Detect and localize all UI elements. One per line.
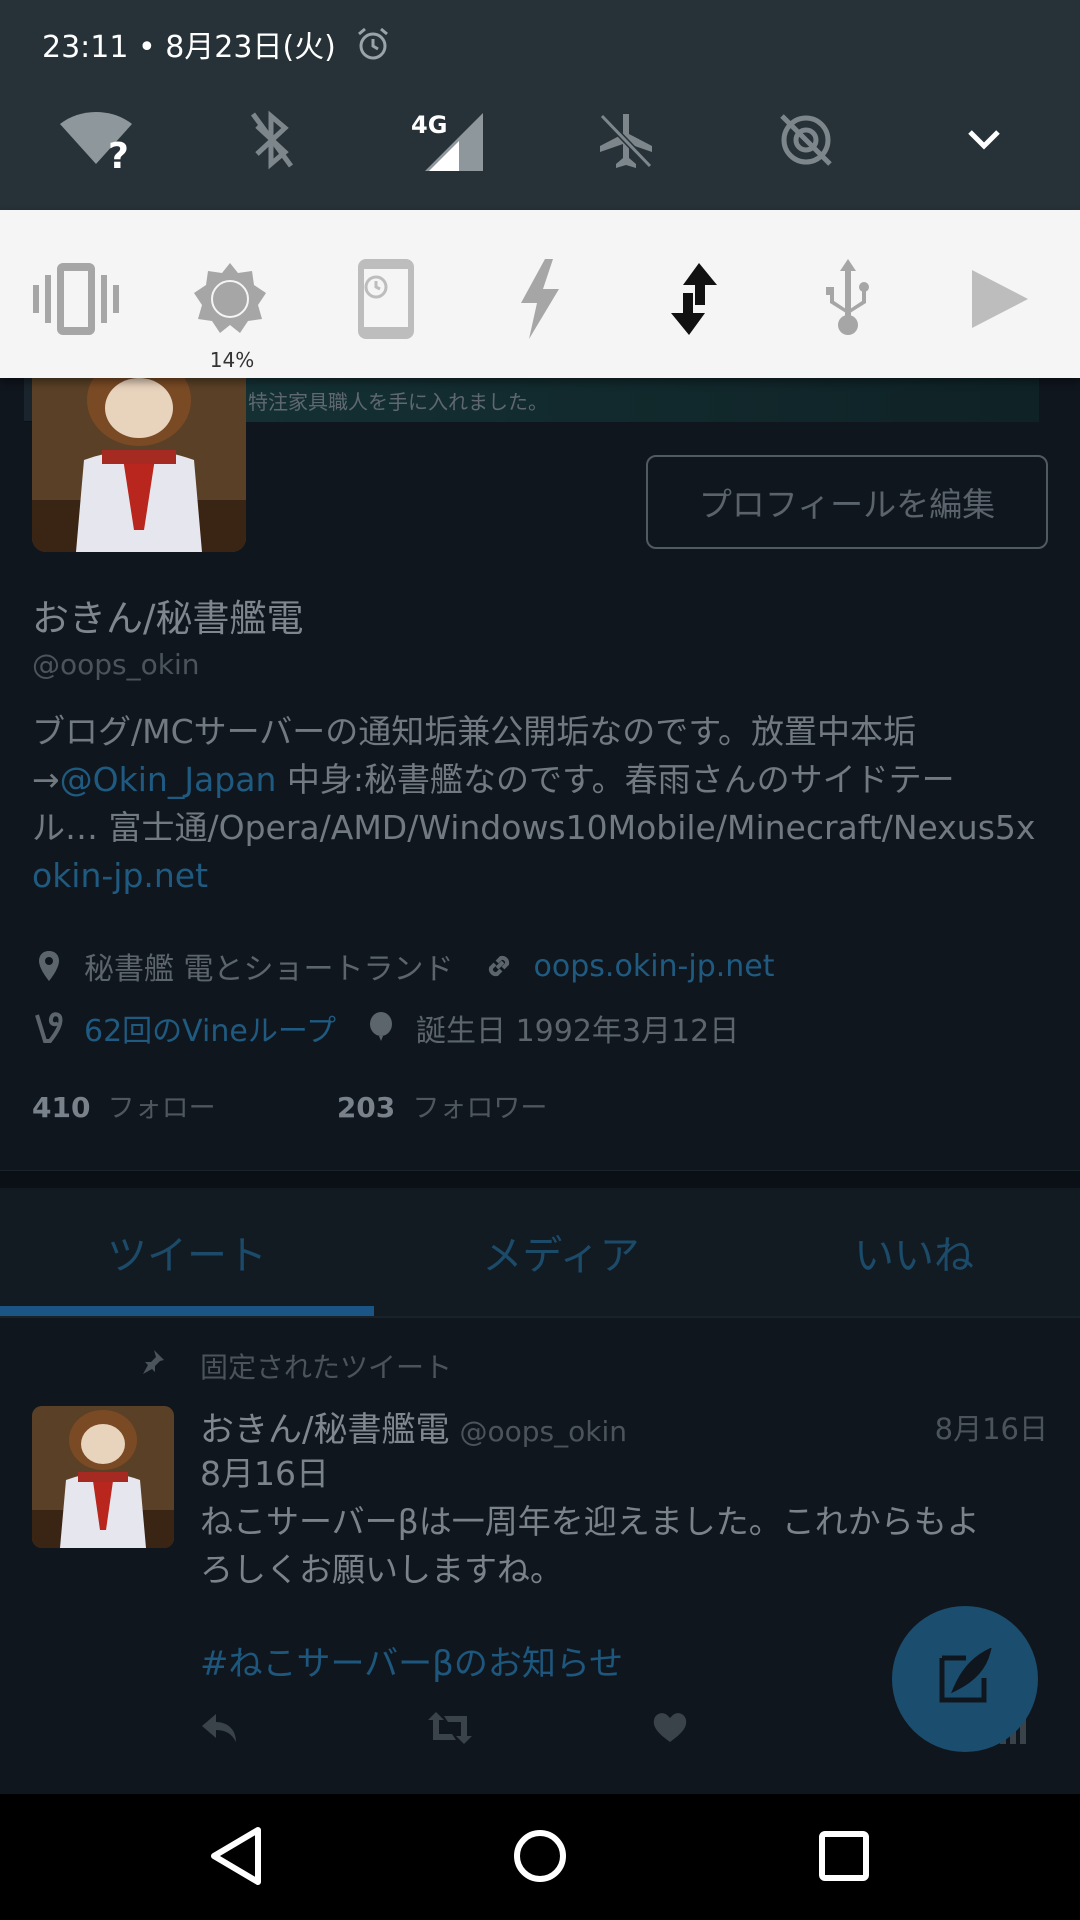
back-button[interactable] — [200, 1822, 272, 1894]
bio-line-3: ル… 富士通/Opera/AMD/Windows10Mobile/Minecra… — [32, 808, 1036, 847]
balloon-icon — [364, 1010, 398, 1046]
location-pin-icon — [32, 948, 66, 984]
banner-text: 特注家具職人を手に入れました。 — [248, 390, 548, 414]
bio-line-2: →@Okin_Japan 中身:秘書艦なのです。春雨さんのサイドテー — [32, 756, 1062, 804]
tweet-body: 8月16日 ねこサーバーβは一周年を迎えました。これからもよ ろしくお願いします… — [200, 1450, 1050, 1594]
section-divider — [0, 1170, 1080, 1188]
pin-icon — [138, 1348, 166, 1383]
profile-bio: ブログ/MCサーバーの通知垢兼公開垢なのです。放置中本垢 →@Okin_Japa… — [32, 708, 1062, 900]
compose-icon — [936, 1647, 994, 1710]
tweet-body-line-3: ろしくお願いしますね。 — [200, 1550, 563, 1589]
expand-chevron-icon[interactable] — [944, 100, 1024, 180]
following-count: 410 — [32, 1091, 91, 1124]
birthday-text: 誕生日 1992年3月12日 — [416, 1014, 740, 1049]
usb-icon[interactable] — [798, 254, 898, 344]
vine-item[interactable]: 62回のVineループ — [32, 1006, 336, 1050]
profile-tabs: ツイート メディア いいね — [0, 1188, 1080, 1316]
tweet-hashtag-link[interactable]: #ねこサーバーβのお知らせ — [200, 1636, 623, 1685]
profile-display-name: おきん/秘書艦電 — [32, 597, 304, 640]
tweet-author[interactable]: おきん/秘書艦電 @oops_okin — [200, 1402, 627, 1451]
profile-meta-row-2: 62回のVineループ 誕生日 1992年3月12日 — [32, 1006, 767, 1050]
tweet-date: 8月16日 — [934, 1412, 1048, 1446]
retweet-icon[interactable] — [426, 1710, 474, 1755]
bio-website-link[interactable]: okin-jp.net — [32, 852, 1062, 900]
followers-count: 203 — [336, 1091, 396, 1124]
tab-likes[interactable]: いいね — [748, 1188, 1080, 1316]
alarm-clock-icon — [356, 27, 390, 61]
brightness-icon[interactable] — [180, 254, 280, 344]
profile-avatar[interactable] — [32, 360, 246, 552]
wifi-unknown-icon[interactable]: ? — [56, 100, 136, 180]
like-heart-icon[interactable] — [652, 1710, 688, 1753]
quick-settings-top-row: ? 4G — [0, 100, 1080, 180]
quick-settings-row — [0, 254, 1080, 344]
tweet-avatar[interactable] — [32, 1406, 174, 1548]
followers-label: フォロワー — [412, 1093, 548, 1124]
vibrate-icon[interactable] — [26, 254, 126, 344]
follow-stats: 410 フォロー 203 フォロワー — [32, 1086, 547, 1125]
time-date-text: 23:11 • 8月23日(火) — [42, 30, 336, 65]
followers-stat[interactable]: 203 フォロワー — [336, 1091, 548, 1124]
compose-tweet-button[interactable] — [892, 1606, 1038, 1752]
profile-meta-row-1: 秘書艦 電とショートランド oops.okin-jp.net — [32, 944, 803, 988]
back-triangle-icon — [208, 1826, 264, 1890]
tweet-author-handle: @oops_okin — [459, 1415, 627, 1448]
airplane-mode-icon[interactable] — [586, 100, 666, 180]
website-item[interactable]: oops.okin-jp.net — [482, 948, 775, 984]
svg-text:?: ? — [108, 136, 129, 170]
bluetooth-off-icon[interactable] — [232, 100, 312, 180]
mobile-data-arrows-icon[interactable] — [644, 254, 744, 344]
status-time-date: 23:11 • 8月23日(火) — [42, 22, 390, 66]
vine-icon — [32, 1010, 66, 1046]
quick-settings-panel: 14% — [0, 210, 1080, 378]
recents-button[interactable] — [808, 1822, 880, 1894]
website-link[interactable]: oops.okin-jp.net — [534, 949, 775, 984]
cast-play-icon[interactable] — [950, 254, 1050, 344]
profile-handle: @oops_okin — [32, 648, 200, 681]
tabs-divider — [0, 1316, 1080, 1318]
edit-profile-button[interactable]: プロフィールを編集 — [646, 455, 1048, 549]
home-button[interactable] — [504, 1822, 576, 1894]
following-stat[interactable]: 410 フォロー — [32, 1091, 216, 1124]
recents-square-icon — [818, 1830, 870, 1886]
tweet-body-line-1: 8月16日 — [200, 1454, 329, 1493]
birthday-item: 誕生日 1992年3月12日 — [364, 1006, 739, 1050]
tab-tweets[interactable]: ツイート — [0, 1188, 374, 1316]
pinned-tweet-label: 固定されたツイート — [200, 1351, 453, 1384]
location-text: 秘書艦 電とショートランド — [84, 952, 454, 987]
cellular-4g-icon[interactable]: 4G — [406, 100, 486, 180]
bio-arrow: → — [32, 760, 60, 799]
bio-line-2-text: 中身:秘書艦なのです。春雨さんのサイドテー — [276, 760, 955, 799]
vine-loops-link[interactable]: 62回のVineループ — [84, 1006, 336, 1050]
reply-icon[interactable] — [200, 1710, 240, 1755]
location-item: 秘書艦 電とショートランド — [32, 944, 454, 988]
brightness-value: 14% — [209, 348, 255, 372]
home-circle-icon — [512, 1828, 568, 1888]
bio-line-1: ブログ/MCサーバーの通知垢兼公開垢なのです。放置中本垢 — [32, 712, 917, 751]
location-off-icon[interactable] — [766, 100, 846, 180]
network-type-label: 4G — [411, 111, 447, 139]
tweet-body-line-2: ねこサーバーβは一周年を迎えました。これからもよ — [200, 1502, 980, 1541]
link-icon — [482, 948, 516, 984]
active-tab-indicator — [0, 1306, 374, 1316]
navigation-bar — [0, 1794, 1080, 1920]
following-label: フォロー — [107, 1093, 216, 1124]
notification-shade-header: 23:11 • 8月23日(火) ? 4G — [0, 0, 1080, 210]
tweet-author-name: おきん/秘書艦電 — [200, 1410, 450, 1450]
tab-media[interactable]: メディア — [374, 1188, 748, 1316]
screen-timeout-icon[interactable] — [336, 254, 436, 344]
bio-mention-link[interactable]: @Okin_Japan — [60, 760, 277, 799]
battery-saver-bolt-icon[interactable] — [490, 254, 590, 344]
